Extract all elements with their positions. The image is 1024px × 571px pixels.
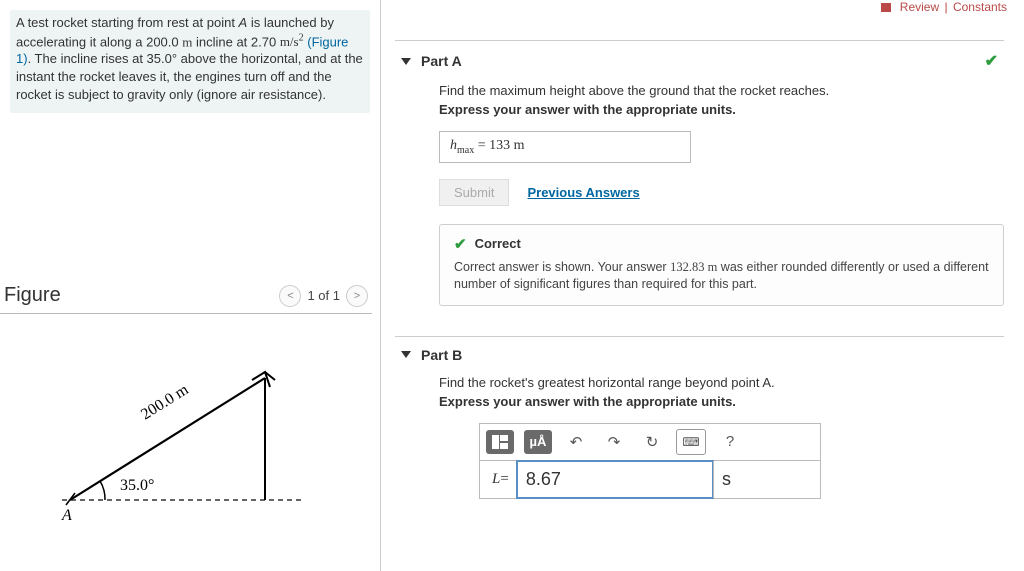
help-button[interactable]: ? xyxy=(716,430,744,454)
undo-button[interactable]: ↶ xyxy=(562,430,590,454)
part-b-header[interactable]: Part B xyxy=(395,336,1004,369)
review-icon xyxy=(881,3,891,12)
feedback-text: Correct answer is shown. Your answer 132… xyxy=(454,259,991,293)
part-a-answer: hmax = 133 m xyxy=(439,131,691,163)
svg-text:200.0 m: 200.0 m xyxy=(138,381,192,424)
review-link[interactable]: Review xyxy=(900,0,939,14)
figure-count: 1 of 1 xyxy=(307,288,340,303)
constants-link[interactable]: Constants xyxy=(953,0,1007,14)
part-a-header[interactable]: Part A ✔ xyxy=(395,40,1004,77)
previous-answers-link[interactable]: Previous Answers xyxy=(527,185,639,200)
figure-next-button[interactable]: > xyxy=(346,285,368,307)
part-a-prompt: Find the maximum height above the ground… xyxy=(439,83,1004,98)
part-b-instruction: Express your answer with the appropriate… xyxy=(439,394,1004,409)
unit-input[interactable]: s xyxy=(713,461,820,498)
reset-button[interactable]: ↻ xyxy=(638,430,666,454)
chevron-down-icon xyxy=(401,351,411,358)
figure-diagram: 200.0 m 35.0° A xyxy=(50,360,320,550)
value-input[interactable]: 8.67 xyxy=(517,461,713,498)
svg-text:A: A xyxy=(61,507,72,524)
submit-button: Submit xyxy=(439,179,509,206)
part-b-prompt: Find the rocket's greatest horizontal ra… xyxy=(439,375,1004,390)
variable-label: L = xyxy=(480,461,517,498)
part-a-instruction: Express your answer with the appropriate… xyxy=(439,102,1004,117)
svg-text:35.0°: 35.0° xyxy=(120,477,154,494)
keyboard-button[interactable]: ⌨ xyxy=(676,429,706,455)
template-button[interactable] xyxy=(486,430,514,454)
chevron-down-icon xyxy=(401,58,411,65)
problem-statement: A test rocket starting from rest at poin… xyxy=(10,10,370,113)
feedback-title: Correct xyxy=(475,236,521,251)
part-a-title: Part A xyxy=(421,53,462,69)
answer-input-widget: µÅ ↶ ↷ ↻ ⌨ ? L = 8.67 s xyxy=(479,423,821,499)
redo-button[interactable]: ↷ xyxy=(600,430,628,454)
check-icon: ✔ xyxy=(985,51,998,71)
units-button[interactable]: µÅ xyxy=(524,430,552,454)
figure-prev-button[interactable]: < xyxy=(279,285,301,307)
check-icon: ✔ xyxy=(454,235,467,253)
part-b-title: Part B xyxy=(421,347,462,363)
figure-title: Figure xyxy=(4,284,61,307)
feedback-box: ✔ Correct Correct answer is shown. Your … xyxy=(439,224,1004,306)
